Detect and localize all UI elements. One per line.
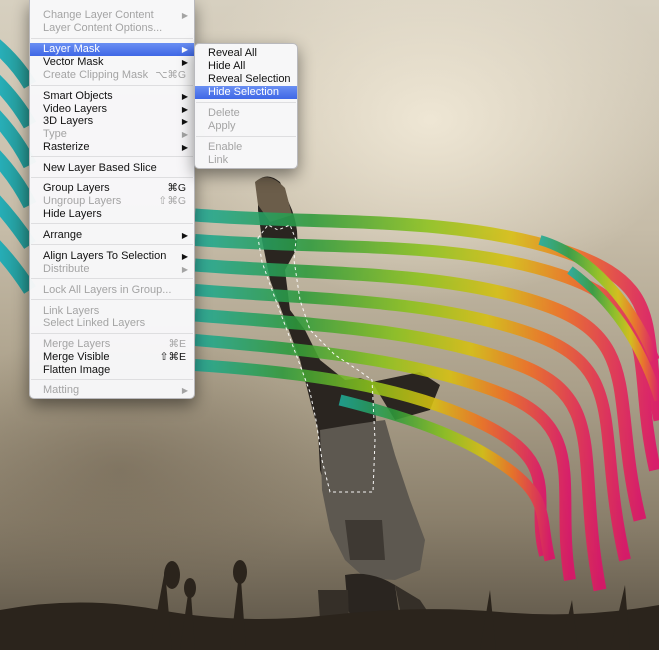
menu-item-merge-visible[interactable]: Merge Visible ⇧⌘E [30, 351, 194, 364]
submenu-arrow-icon: ▶ [181, 143, 188, 152]
menu-item-label: Reveal Selection [208, 73, 291, 85]
menu-item-label: Apply [208, 120, 236, 132]
menu-separator [31, 244, 193, 245]
menu-item-label: Create Clipping Mask [43, 69, 149, 81]
menu-item-delete: Delete [195, 107, 297, 120]
menu-item-vector-mask[interactable]: Vector Mask ▶ [30, 56, 194, 69]
menu-item-layer-mask[interactable]: Layer Mask ▶ [30, 43, 194, 56]
submenu-arrow-icon: ▶ [181, 58, 188, 67]
menu-item-lock-all-layers-in-group: Lock All Layers in Group... [30, 284, 194, 297]
menu-item-label: Select Linked Layers [43, 317, 146, 329]
menu-item-label: Hide Layers [43, 208, 102, 220]
menu-item-label: Ungroup Layers [43, 195, 122, 207]
menu-item-label: Layer Content Options... [43, 22, 163, 34]
menu-item-label: Merge Layers [43, 338, 111, 350]
menu-item-create-clipping-mask: Create Clipping Mask ⌥⌘G [30, 69, 194, 82]
menu-item-new-layer-based-slice[interactable]: New Layer Based Slice [30, 162, 194, 175]
menu-item-3d-layers[interactable]: 3D Layers ▶ [30, 115, 194, 128]
menu-separator [31, 85, 193, 86]
menu-shortcut: ⌘G [167, 182, 186, 194]
menu-shortcut: ⌥⌘G [155, 69, 186, 81]
menu-item-enable: Enable [195, 141, 297, 154]
menu-item-label: Hide Selection [208, 86, 279, 98]
submenu-arrow-icon: ▶ [181, 386, 188, 395]
menu-item-arrange[interactable]: Arrange ▶ [30, 229, 194, 242]
menu-item-smart-objects[interactable]: Smart Objects ▶ [30, 90, 194, 103]
menu-item-link: Link [195, 154, 297, 167]
menu-item-label: Arrange [43, 229, 83, 241]
menu-item-group-layers[interactable]: Group Layers ⌘G [30, 182, 194, 195]
submenu-arrow-icon: ▶ [181, 11, 188, 20]
menu-shortcut: ⌘E [168, 338, 186, 350]
menu-item-ungroup-layers: Ungroup Layers ⇧⌘G [30, 195, 194, 208]
submenu-arrow-icon: ▶ [181, 265, 188, 274]
menu-item-label: Flatten Image [43, 364, 111, 376]
menu-item-label: Link Layers [43, 305, 100, 317]
menu-item-hide-all[interactable]: Hide All [195, 60, 297, 73]
menu-item-label: Matting [43, 384, 80, 396]
menu-separator [31, 38, 193, 39]
menu-item-label: Distribute [43, 263, 90, 275]
menu-item-layer-content-options: Layer Content Options... [30, 22, 194, 35]
menu-item-reveal-selection[interactable]: Reveal Selection [195, 73, 297, 86]
submenu-arrow-icon: ▶ [181, 130, 188, 139]
menu-separator [196, 102, 296, 103]
menu-item-label: Merge Visible [43, 351, 110, 363]
menu-item-label: Link [208, 154, 229, 166]
menu-item-hide-layers[interactable]: Hide Layers [30, 208, 194, 221]
menu-item-apply: Apply [195, 120, 297, 133]
menu-item-label: Group Layers [43, 182, 110, 194]
layer-menu: Change Layer Content ▶ Layer Content Optio… [29, 0, 195, 399]
menu-separator [31, 156, 193, 157]
menu-item-merge-layers: Merge Layers ⌘E [30, 338, 194, 351]
menu-separator [31, 278, 193, 279]
submenu-arrow-icon: ▶ [181, 92, 188, 101]
menu-item-reveal-all[interactable]: Reveal All [195, 47, 297, 60]
menu-item-label: Align Layers To Selection [43, 250, 167, 262]
menu-item-type: Type ▶ [30, 128, 194, 141]
menu-item-label: Vector Mask [43, 56, 104, 68]
menu-separator [196, 136, 296, 137]
menu-item-label: Hide All [208, 60, 246, 72]
menu-item-hide-selection[interactable]: Hide Selection [195, 86, 297, 99]
menu-separator [31, 299, 193, 300]
menu-item-label: Delete [208, 107, 240, 119]
menu-item-label: Reveal All [208, 47, 257, 59]
teal-streaks [0, 39, 37, 294]
rainbow-ribbons [194, 208, 659, 592]
submenu-arrow-icon: ▶ [181, 231, 188, 240]
menu-item-label: Change Layer Content [43, 9, 154, 21]
menu-item-label: Smart Objects [43, 90, 113, 102]
menu-separator [31, 177, 193, 178]
submenu-arrow-icon: ▶ [181, 252, 188, 261]
menu-item-label: Layer Mask [43, 43, 100, 55]
menu-item-matting: Matting ▶ [30, 384, 194, 397]
menu-shortcut: ⇧⌘E [159, 351, 186, 363]
menu-shortcut: ⇧⌘G [158, 195, 186, 207]
menu-item-label: Enable [208, 141, 243, 153]
menu-item-distribute: Distribute ▶ [30, 263, 194, 276]
menu-separator [31, 223, 193, 224]
menu-item-label: Video Layers [43, 103, 108, 115]
submenu-arrow-icon: ▶ [181, 45, 188, 54]
menu-item-change-layer-content: Change Layer Content ▶ [30, 9, 194, 22]
menu-separator [31, 379, 193, 380]
menu-item-rasterize[interactable]: Rasterize ▶ [30, 141, 194, 154]
layer-mask-submenu: Reveal All Hide All Reveal Selection Hide S… [194, 43, 298, 169]
menu-item-label: Rasterize [43, 141, 90, 153]
menu-item-label: Lock All Layers in Group... [43, 284, 172, 296]
submenu-arrow-icon: ▶ [181, 117, 188, 126]
menu-item-select-linked-layers: Select Linked Layers [30, 317, 194, 330]
menu-item-flatten-image[interactable]: Flatten Image [30, 364, 194, 377]
menu-separator [31, 333, 193, 334]
menu-item-label: New Layer Based Slice [43, 162, 157, 174]
menu-item-align-layers-to-selection[interactable]: Align Layers To Selection ▶ [30, 250, 194, 263]
menu-item-label: 3D Layers [43, 115, 94, 127]
menu-item-label: Type [43, 128, 67, 140]
